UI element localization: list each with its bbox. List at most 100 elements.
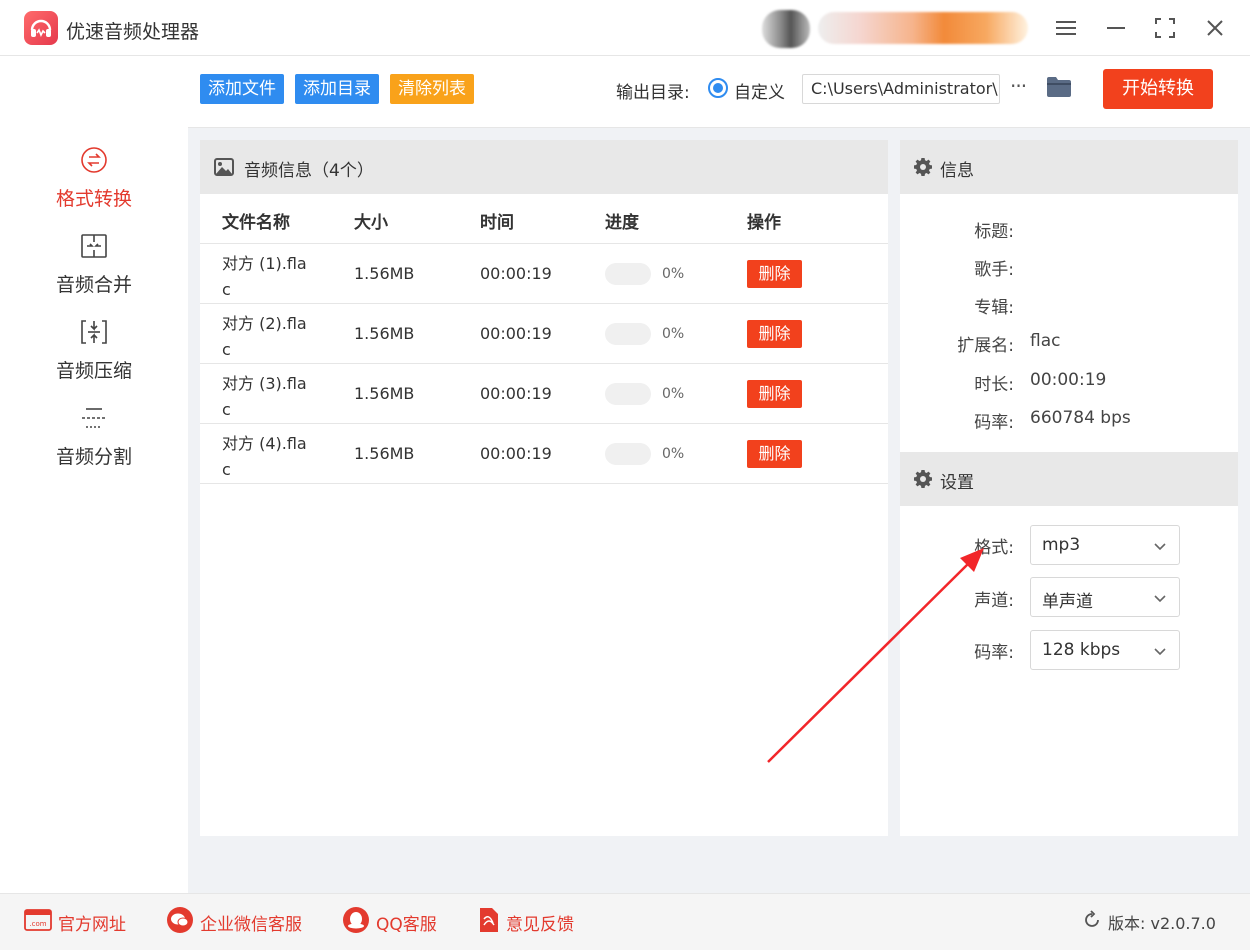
file-name: 对方 (3).flac [222,374,307,419]
website-link[interactable]: .com 官方网址 [24,908,126,936]
format-select[interactable]: mp3 [1030,525,1180,565]
audio-split-icon [80,404,108,432]
format-select-value: mp3 [1042,535,1081,555]
start-convert-button[interactable]: 开始转换 [1103,69,1213,109]
qq-service-link[interactable]: QQ客服 [342,906,437,938]
settings-label-channel: 声道: [974,591,1014,611]
settings-label-format: 格式: [974,538,1014,558]
audio-compress-icon [80,318,108,346]
sidebar-item-audio-compress[interactable]: 音频压缩 [0,318,188,398]
info-value-duration: 00:00:19 [1030,370,1107,390]
settings-title: 设置 [940,473,974,493]
table-row[interactable]: 对方 (3).flac 1.56MB 00:00:19 0% 删除 [200,364,888,424]
info-header: 信息 [900,140,1238,194]
audio-info-header: 音频信息（4个） [200,140,888,194]
website-icon: .com [24,909,52,935]
wechat-icon [166,906,194,938]
file-duration: 00:00:19 [480,324,552,343]
bitrate-select-value: 128 kbps [1042,640,1121,660]
info-label-extension: 扩展名: [957,336,1014,356]
channel-select-value: 单声道 [1042,592,1093,612]
sidebar-item-label: 音频分割 [55,446,132,468]
column-header-progress: 进度 [605,213,639,233]
settings-label-bitrate: 码率: [974,643,1014,663]
chevron-down-icon [1153,590,1167,609]
gear-icon [914,158,932,180]
custom-output-radio[interactable] [708,78,728,98]
menu-icon[interactable] [1052,14,1080,42]
chevron-down-icon [1153,643,1167,662]
wechat-service-label: 企业微信客服 [200,914,302,935]
channel-select[interactable]: 单声道 [1030,577,1180,617]
feedback-link[interactable]: 意见反馈 [478,908,574,936]
progress-percent: 0% [662,446,685,462]
table-row[interactable]: 对方 (2).flac 1.56MB 00:00:19 0% 删除 [200,304,888,364]
delete-button[interactable]: 删除 [747,440,802,468]
column-header-size: 大小 [354,213,388,233]
add-directory-button[interactable]: 添加目录 [295,74,379,104]
progress-percent: 0% [662,386,685,402]
progress-bar [605,443,651,465]
info-label-title: 标题: [974,222,1014,242]
sidebar-item-format-convert[interactable]: 格式转换 [0,146,188,226]
progress-bar [605,263,651,285]
info-label-album: 专辑: [974,298,1014,318]
sidebar-item-label: 音频压缩 [55,360,132,382]
user-avatar[interactable] [762,10,810,48]
qq-service-label: QQ客服 [376,914,437,935]
delete-button[interactable]: 删除 [747,320,802,348]
chevron-down-icon [1153,538,1167,557]
folder-icon[interactable] [1046,76,1072,102]
footer-bar: .com 官方网址 企业微信客服 QQ客服 意见反馈 版本: v2.0.7.0 [0,893,1250,950]
progress-percent: 0% [662,266,685,282]
table-row[interactable]: 对方 (1).flac 1.56MB 00:00:19 0% 删除 [200,244,888,304]
bitrate-select[interactable]: 128 kbps [1030,630,1180,670]
file-size: 1.56MB [354,324,415,343]
file-size: 1.56MB [354,444,415,463]
format-convert-icon [80,146,108,174]
file-duration: 00:00:19 [480,444,552,463]
clear-list-button[interactable]: 清除列表 [390,74,474,104]
user-account-info[interactable] [818,12,1028,44]
delete-button[interactable]: 删除 [747,380,802,408]
info-value-extension: flac [1030,331,1061,351]
image-icon [214,158,234,180]
custom-output-label[interactable]: 自定义 [734,78,785,103]
column-header-time: 时间 [480,213,514,233]
file-name: 对方 (2).flac [222,314,307,359]
qq-icon [342,906,370,938]
file-name: 对方 (4).flac [222,434,307,479]
feedback-label: 意见反馈 [506,914,574,935]
gear-icon [914,470,932,492]
sidebar-item-audio-split[interactable]: 音频分割 [0,404,188,484]
maximize-icon[interactable] [1151,14,1179,42]
progress-bar [605,323,651,345]
output-dir-label: 输出目录: [616,83,690,103]
sidebar-item-label: 格式转换 [55,188,132,210]
audio-file-panel: 音频信息（4个） 文件名称 大小 时间 进度 操作 对方 (1).flac 1.… [200,140,888,836]
version-info[interactable]: 版本: v2.0.7.0 [1082,910,1216,934]
file-duration: 00:00:19 [480,384,552,403]
progress-bar [605,383,651,405]
feedback-icon [478,907,500,937]
column-header-name: 文件名称 [222,213,290,233]
add-file-button[interactable]: 添加文件 [200,74,284,104]
close-icon[interactable] [1201,14,1229,42]
file-duration: 00:00:19 [480,264,552,283]
svg-text:.com: .com [29,920,46,928]
sidebar-item-audio-merge[interactable]: 音频合并 [0,232,188,312]
title-bar: 优速音频处理器 [0,0,1250,56]
progress-percent: 0% [662,326,685,342]
column-header-action: 操作 [747,213,781,233]
more-options-button[interactable]: ··· [1010,74,1027,98]
wechat-service-link[interactable]: 企业微信客服 [166,906,302,938]
audio-merge-icon [80,232,108,260]
output-path-field[interactable]: C:\Users\Administrator\ [802,74,1000,104]
website-label: 官方网址 [58,914,126,935]
info-label-bitrate: 码率: [974,413,1014,433]
delete-button[interactable]: 删除 [747,260,802,288]
info-label-duration: 时长: [974,375,1014,395]
version-label: 版本: v2.0.7.0 [1108,914,1216,933]
minimize-icon[interactable] [1102,14,1130,42]
table-row[interactable]: 对方 (4).flac 1.56MB 00:00:19 0% 删除 [200,424,888,484]
